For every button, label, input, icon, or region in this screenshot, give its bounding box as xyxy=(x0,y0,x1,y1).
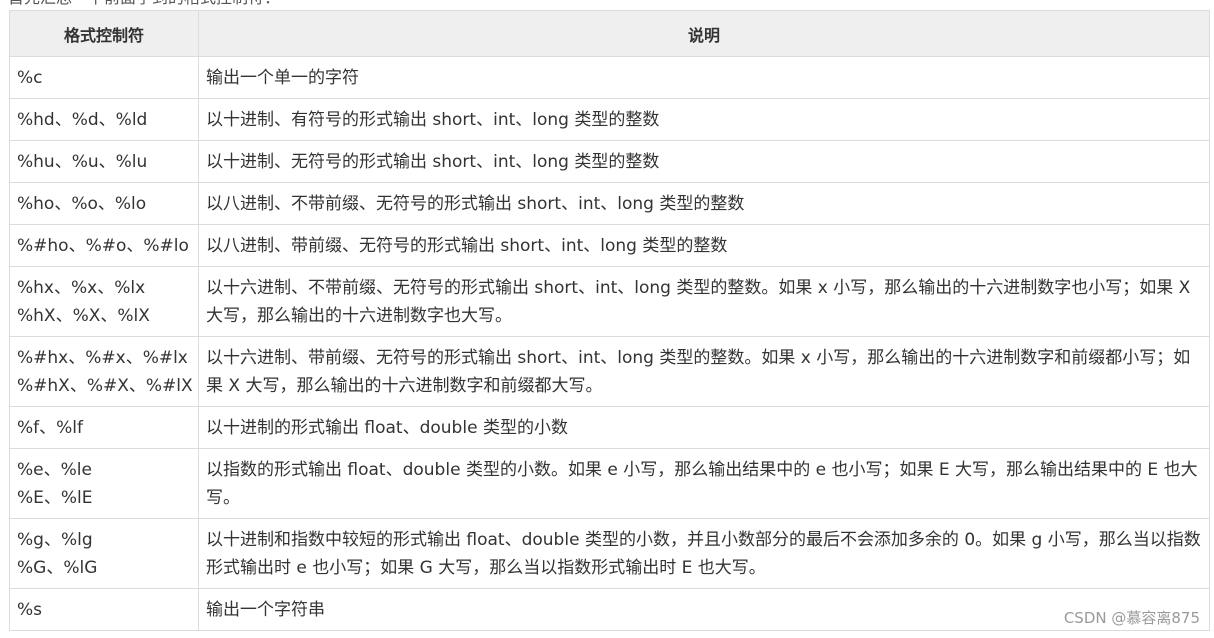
description-text: 以指数的形式输出 float、double 类型的小数。如果 e 小写，那么输出… xyxy=(206,459,1198,508)
format-specifier: %f、%lf xyxy=(17,417,83,438)
format-cell: %ho、%o、%lo xyxy=(9,182,199,225)
description-cell: 以八进制、带前缀、无符号的形式输出 short、int、long 类型的整数 xyxy=(198,224,1210,267)
format-specifier: %hX、%X、%lX xyxy=(17,305,150,326)
description-cell: 以十六进制、带前缀、无符号的形式输出 short、int、long 类型的整数。… xyxy=(198,336,1210,407)
intro-caption: 首先汇总一下前面学到的格式控制符： xyxy=(8,0,280,8)
column-header-description: 说明 xyxy=(198,10,1210,57)
format-cell: %c xyxy=(9,56,199,99)
format-specifier: %hd、%d、%ld xyxy=(17,109,148,130)
format-cell: %s xyxy=(9,588,199,631)
format-specifier: %g、%lg xyxy=(17,529,93,550)
table-row: %#hx、%#x、%#lx %#hX、%#X、%#lX 以十六进制、带前缀、无符… xyxy=(9,336,1210,407)
description-cell: 以十进制和指数中较短的形式输出 float、double 类型的小数，并且小数部… xyxy=(198,518,1210,589)
format-specifier: %ho、%o、%lo xyxy=(17,193,147,214)
description-cell: 以十进制、无符号的形式输出 short、int、long 类型的整数 xyxy=(198,140,1210,183)
format-cell: %e、%le %E、%lE xyxy=(9,448,199,519)
description-cell: 以十进制的形式输出 float、double 类型的小数 xyxy=(198,406,1210,449)
description-cell: 输出一个字符串 xyxy=(198,588,1210,631)
format-cell: %hd、%d、%ld xyxy=(9,98,199,141)
description-cell: 输出一个单一的字符 xyxy=(198,56,1210,99)
format-cell: %hx、%x、%lx %hX、%X、%lX xyxy=(9,266,199,337)
description-text: 以十六进制、带前缀、无符号的形式输出 short、int、long 类型的整数。… xyxy=(206,347,1191,396)
description-cell: 以指数的形式输出 float、double 类型的小数。如果 e 小写，那么输出… xyxy=(198,448,1210,519)
table-row: %hd、%d、%ld 以十进制、有符号的形式输出 short、int、long … xyxy=(9,98,1210,141)
format-specifier: %#hx、%#x、%#lx xyxy=(17,347,188,368)
format-specifier-table: 格式控制符 说明 %c 输出一个单一的字符 %hd、%d、%ld 以十进制、有符… xyxy=(9,10,1210,631)
format-specifier: %hu、%u、%lu xyxy=(17,151,148,172)
format-cell: %f、%lf xyxy=(9,406,199,449)
format-specifier: %s xyxy=(17,599,43,620)
format-specifier: %hx、%x、%lx xyxy=(17,277,146,298)
description-text: 以十六进制、不带前缀、无符号的形式输出 short、int、long 类型的整数… xyxy=(206,277,1191,326)
format-specifier: %#hX、%#X、%#lX xyxy=(17,375,193,396)
column-header-format: 格式控制符 xyxy=(9,10,199,57)
table-row: %s 输出一个字符串 xyxy=(9,588,1210,631)
description-cell: 以八进制、不带前缀、无符号的形式输出 short、int、long 类型的整数 xyxy=(198,182,1210,225)
table-row: %e、%le %E、%lE 以指数的形式输出 float、double 类型的小… xyxy=(9,448,1210,519)
format-specifier: %c xyxy=(17,67,43,88)
format-cell: %#hx、%#x、%#lx %#hX、%#X、%#lX xyxy=(9,336,199,407)
table-header-row: 格式控制符 说明 xyxy=(9,10,1210,57)
table-row: %g、%lg %G、%lG 以十进制和指数中较短的形式输出 float、doub… xyxy=(9,518,1210,589)
format-cell: %g、%lg %G、%lG xyxy=(9,518,199,589)
description-text: 以十进制和指数中较短的形式输出 float、double 类型的小数，并且小数部… xyxy=(206,529,1201,578)
format-cell: %hu、%u、%lu xyxy=(9,140,199,183)
format-specifier: %G、%lG xyxy=(17,557,98,578)
table-row: %#ho、%#o、%#lo 以八进制、带前缀、无符号的形式输出 short、in… xyxy=(9,224,1210,267)
format-specifier: %e、%le xyxy=(17,459,92,480)
table-row: %hu、%u、%lu 以十进制、无符号的形式输出 short、int、long … xyxy=(9,140,1210,183)
table-row: %f、%lf 以十进制的形式输出 float、double 类型的小数 xyxy=(9,406,1210,449)
table-row: %hx、%x、%lx %hX、%X、%lX 以十六进制、不带前缀、无符号的形式输… xyxy=(9,266,1210,337)
format-cell: %#ho、%#o、%#lo xyxy=(9,224,199,267)
table-row: %ho、%o、%lo 以八进制、不带前缀、无符号的形式输出 short、int、… xyxy=(9,182,1210,225)
format-specifier: %#ho、%#o、%#lo xyxy=(17,235,189,256)
description-cell: 以十进制、有符号的形式输出 short、int、long 类型的整数 xyxy=(198,98,1210,141)
description-cell: 以十六进制、不带前缀、无符号的形式输出 short、int、long 类型的整数… xyxy=(198,266,1210,337)
format-specifier: %E、%lE xyxy=(17,487,93,508)
csdn-watermark: CSDN @慕容离875 xyxy=(1063,609,1200,627)
table-row: %c 输出一个单一的字符 xyxy=(9,56,1210,99)
